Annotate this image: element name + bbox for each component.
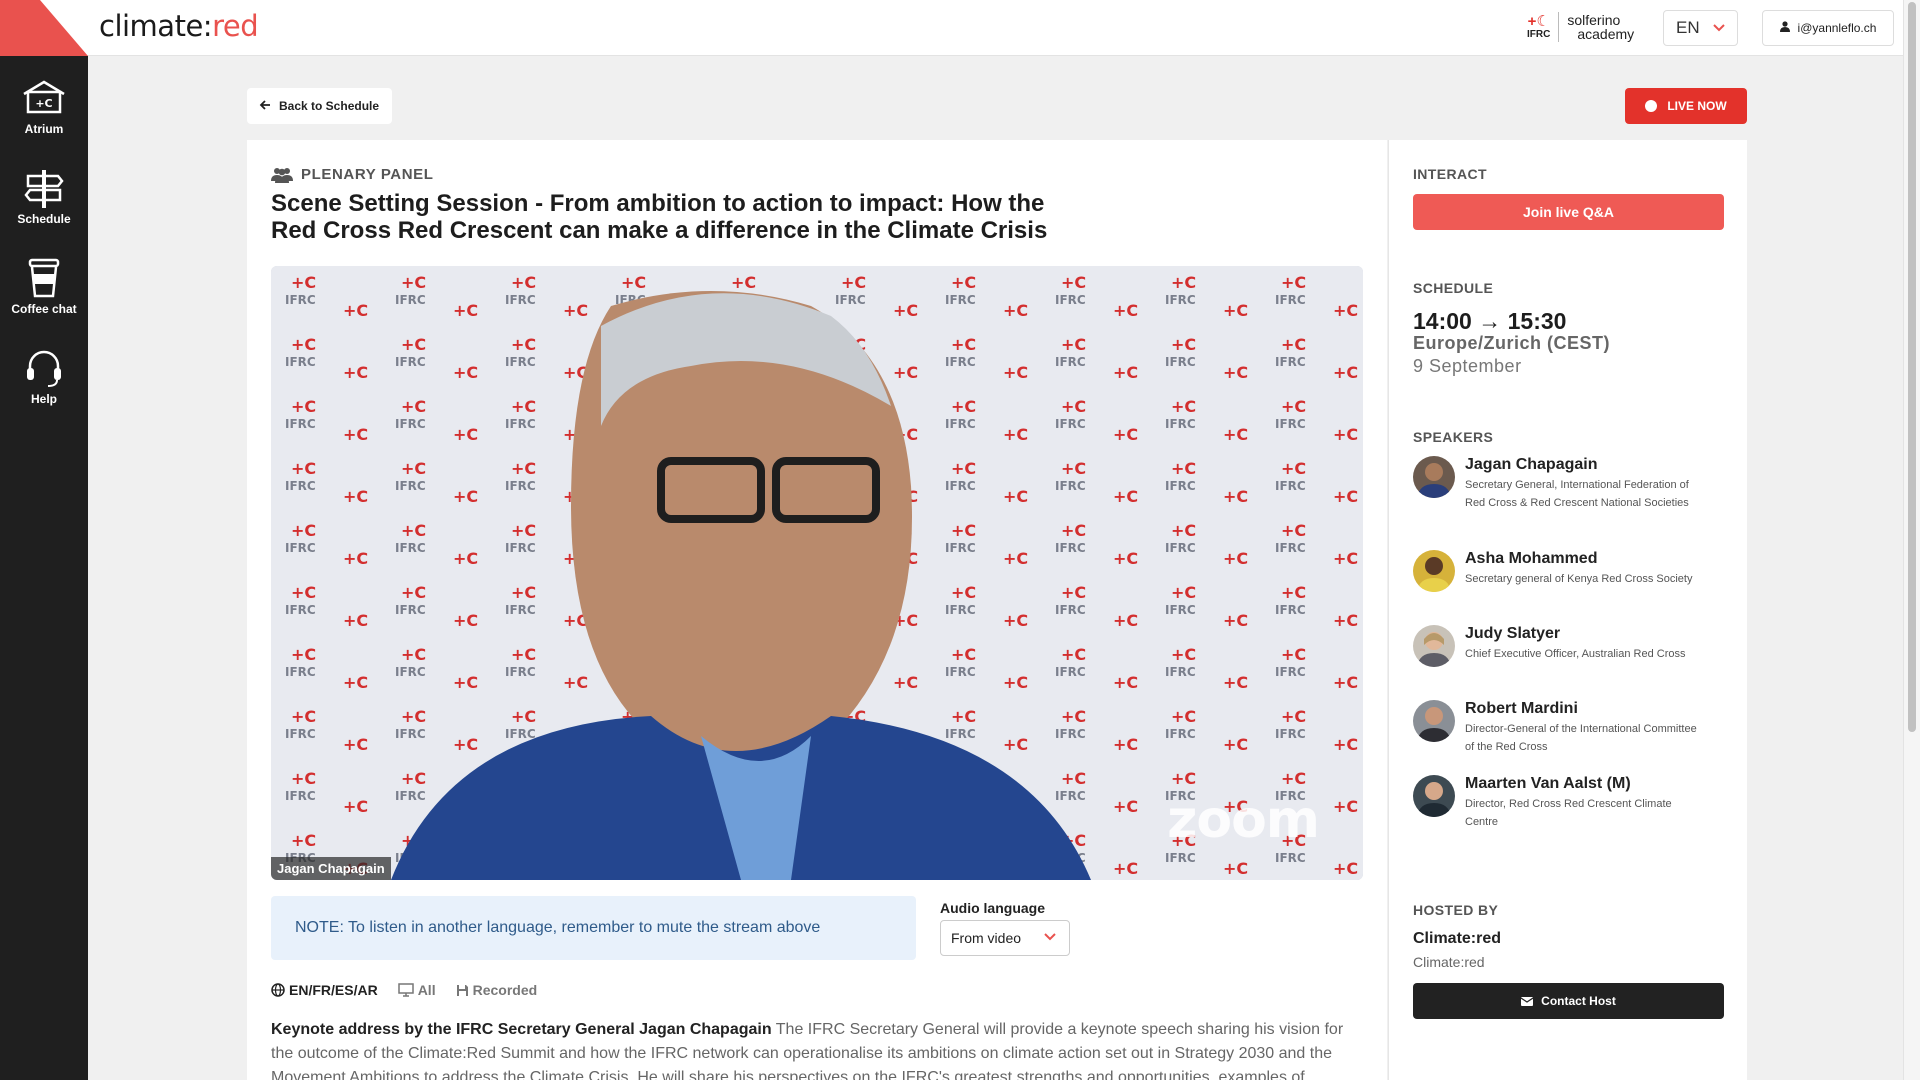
- coffee-cup-icon: [28, 258, 60, 298]
- session-content-card: PLENARY PANEL Scene Setting Session - Fr…: [247, 140, 1387, 1080]
- user-email: i@yannleflo.ch: [1797, 21, 1877, 35]
- ifrc-logo-text: IFRC: [1527, 28, 1551, 40]
- audio-language-label: Audio language: [940, 900, 1045, 916]
- user-icon: [1779, 21, 1790, 35]
- partner-line2: academy: [1577, 26, 1635, 42]
- session-title: Scene Setting Session - From ambition to…: [271, 190, 1048, 244]
- envelope-icon: [1521, 996, 1534, 1006]
- group-people-icon: [271, 167, 293, 183]
- languages-text: EN/FR/ES/AR: [289, 982, 378, 998]
- video-speaker-caption: Jagan Chapagain: [271, 857, 391, 880]
- sidebar-item-schedule[interactable]: Schedule: [0, 168, 88, 240]
- live-dot-icon: [1645, 100, 1658, 112]
- live-label: LIVE NOW: [1667, 99, 1727, 113]
- avatar: [1413, 700, 1455, 742]
- brand-name-prefix: climate:: [99, 9, 213, 43]
- avatar: [1413, 775, 1455, 817]
- partner-logo[interactable]: +☾ IFRC solferino academy: [1527, 12, 1634, 42]
- speaker-item[interactable]: Judy Slatyer Chief Executive Officer, Au…: [1413, 625, 1713, 667]
- speaker-item[interactable]: Asha Mohammed Secretary general of Kenya…: [1413, 550, 1713, 592]
- sidebar-item-help[interactable]: Help: [0, 348, 88, 420]
- sidebar-item-label: Atrium: [24, 122, 64, 136]
- avatar: [1413, 625, 1455, 667]
- speaker-role: Director-General of the International Co…: [1465, 723, 1697, 753]
- contact-host-label: Contact Host: [1541, 994, 1616, 1008]
- audience-text: All: [417, 982, 436, 998]
- session-timezone: Europe/Zurich (CEST): [1413, 333, 1611, 353]
- scrollbar-thumb[interactable]: [1908, 2, 1916, 732]
- speaker-role: Secretary general of Kenya Red Cross Soc…: [1465, 573, 1693, 585]
- brand-name-accent: red: [212, 9, 259, 43]
- session-date: 9 September: [1413, 356, 1522, 376]
- speaker-name: Robert Mardini: [1465, 700, 1578, 717]
- host-name: Climate:red: [1413, 930, 1502, 947]
- session-kind: PLENARY PANEL: [271, 166, 434, 183]
- session-recording: Recorded: [456, 982, 538, 998]
- sidebar: +C Atrium Schedule Coffee chat Help: [0, 56, 88, 1080]
- host-subtitle: Climate:red: [1413, 954, 1485, 970]
- speaker-name: Judy Slatyer: [1465, 625, 1561, 642]
- monitor-icon: [397, 983, 414, 997]
- language-value: EN: [1676, 18, 1700, 37]
- brand-corner-decoration: [0, 0, 88, 56]
- speaker-item[interactable]: Jagan Chapagain Secretary General, Inter…: [1413, 456, 1713, 512]
- interact-heading: INTERACT: [1413, 166, 1487, 182]
- description-lead: Keynote address by the IFRC Secretary Ge…: [271, 1021, 772, 1038]
- speaker-name: Jagan Chapagain: [1465, 456, 1598, 473]
- video-frame-image: +C IFRC +C: [271, 266, 1363, 880]
- atrium-icon: +C: [23, 80, 65, 114]
- hosted-by-heading: HOSTED BY: [1413, 902, 1499, 918]
- speaker-name: Asha Mohammed: [1465, 550, 1598, 567]
- session-sidebar-card: INTERACT Join live Q&A SCHEDULE 14:00 → …: [1388, 140, 1747, 1080]
- sidebar-item-coffee-chat[interactable]: Coffee chat: [0, 258, 88, 330]
- live-now-button[interactable]: LIVE NOW: [1625, 88, 1747, 124]
- brand-logo[interactable]: climate:red: [99, 9, 259, 43]
- avatar: [1413, 456, 1455, 498]
- zoom-watermark: zoom: [1167, 790, 1320, 850]
- sidebar-item-label: Coffee chat: [11, 302, 77, 316]
- globe-icon: [271, 983, 285, 997]
- page-scrollbar[interactable]: [1903, 0, 1920, 1080]
- avatar: [1413, 550, 1455, 592]
- sidebar-item-label: Schedule: [17, 212, 71, 226]
- arrow-left-icon: [259, 99, 271, 114]
- session-time: 14:00 → 15:30: [1413, 308, 1567, 334]
- session-kind-label: PLENARY PANEL: [301, 166, 434, 183]
- save-disk-icon: [456, 984, 468, 996]
- partner-line1: solferino: [1567, 12, 1621, 28]
- chevron-down-icon: [1712, 20, 1726, 37]
- chevron-down-icon: [1043, 929, 1057, 946]
- speaker-item[interactable]: Robert Mardini Director-General of the I…: [1413, 700, 1713, 756]
- session-description: Keynote address by the IFRC Secretary Ge…: [271, 1018, 1363, 1080]
- recording-text: Recorded: [472, 982, 538, 998]
- back-to-schedule-button[interactable]: Back to Schedule: [247, 88, 392, 124]
- contact-host-button[interactable]: Contact Host: [1413, 983, 1724, 1019]
- speakers-heading: SPEAKERS: [1413, 429, 1494, 445]
- language-note: NOTE: To listen in another language, rem…: [271, 896, 916, 960]
- speaker-role: Secretary General, International Federat…: [1465, 479, 1689, 509]
- sidebar-item-atrium[interactable]: +C Atrium: [0, 78, 88, 150]
- back-label: Back to Schedule: [279, 99, 380, 113]
- audio-language-select[interactable]: From video: [940, 920, 1070, 956]
- sidebar-item-label: Help: [30, 392, 57, 406]
- top-bar: climate:red +☾ IFRC solferino academy EN…: [0, 0, 1903, 56]
- headset-icon: [27, 350, 61, 387]
- video-player[interactable]: +C IFRC +C Jagan Chapagain zoom: [271, 266, 1363, 880]
- speaker-role: Director, Red Cross Red Crescent Climate…: [1465, 798, 1672, 828]
- speaker-role: Chief Executive Officer, Australian Red …: [1465, 648, 1686, 660]
- join-live-qa-button[interactable]: Join live Q&A: [1413, 194, 1724, 230]
- red-cross-crescent-icon: +☾: [1527, 12, 1550, 30]
- user-account-button[interactable]: i@yannleflo.ch: [1762, 10, 1894, 46]
- session-languages: EN/FR/ES/AR: [271, 982, 378, 998]
- schedule-heading: SCHEDULE: [1413, 280, 1494, 296]
- svg-text:+C: +C: [35, 97, 52, 110]
- session-meta-row: EN/FR/ES/AR All Recorded: [271, 982, 537, 998]
- language-select[interactable]: EN: [1663, 10, 1738, 46]
- schedule-signpost-icon: [24, 170, 64, 208]
- audio-language-value: From video: [951, 930, 1022, 946]
- speaker-name: Maarten Van Aalst (M): [1465, 775, 1631, 792]
- ifrc-logo: +☾ IFRC: [1527, 12, 1560, 42]
- session-audience: All: [397, 982, 436, 998]
- speaker-item[interactable]: Maarten Van Aalst (M) Director, Red Cros…: [1413, 775, 1713, 831]
